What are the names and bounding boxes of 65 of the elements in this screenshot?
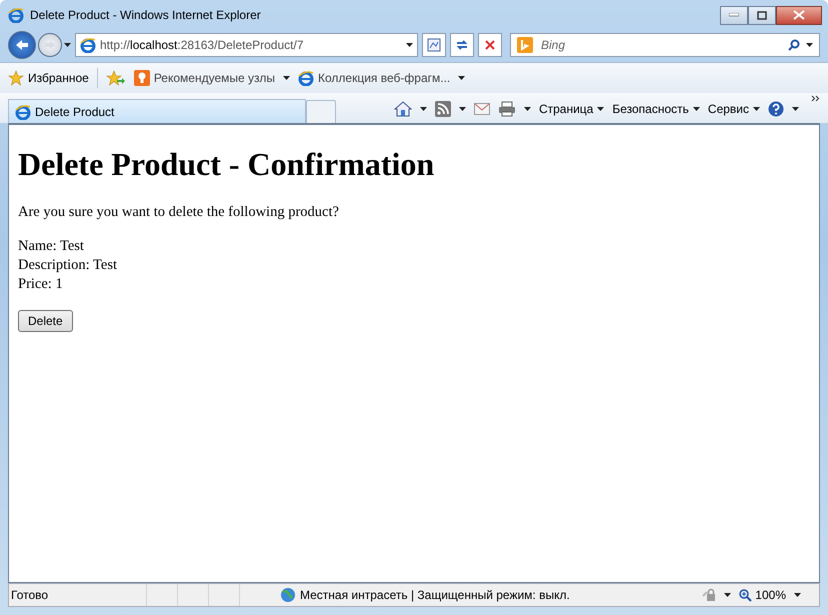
confirmation-question: Are you sure you want to delete the following product? [18, 204, 340, 221]
page-chart-icon [427, 38, 441, 52]
compatibility-button[interactable] [422, 33, 446, 57]
product-detail: Price: 1 [18, 275, 64, 294]
chevron-icon[interactable] [811, 95, 820, 102]
help-icon[interactable] [768, 101, 784, 117]
search-field[interactable]: Bing [539, 37, 782, 53]
address-field[interactable]: http://localhost:28163/DeleteProduct/7 [75, 33, 418, 57]
caret-icon[interactable] [806, 43, 813, 47]
page-icon [298, 70, 314, 86]
refresh-icon [455, 39, 469, 51]
caret-icon[interactable] [792, 107, 799, 111]
search-box[interactable]: Bing [510, 33, 820, 57]
command-menu[interactable]: Сервис [708, 102, 760, 116]
caret-icon[interactable] [458, 76, 466, 80]
zoom-icon [739, 588, 752, 602]
command-menu[interactable]: Безопасность [612, 102, 700, 116]
back-button[interactable] [8, 31, 36, 59]
favorites-button[interactable]: Избранное [8, 70, 89, 86]
search-icon[interactable] [788, 39, 800, 51]
caret-icon[interactable] [524, 107, 531, 111]
product-detail: Description: Test [18, 256, 118, 275]
refresh-button[interactable] [450, 33, 474, 57]
window-title: Delete Product - Windows Internet Explorer [30, 8, 262, 22]
zoom-button[interactable]: 100% [739, 588, 786, 602]
favorites-link[interactable]: Коллекция веб-фрагм... [298, 70, 450, 86]
maximize-button[interactable] [748, 6, 776, 24]
close-icon [793, 10, 805, 20]
ie-logo-icon [8, 7, 24, 23]
page-icon [80, 37, 96, 53]
caret-icon[interactable] [724, 593, 732, 597]
delete-button[interactable]: Delete [18, 310, 73, 332]
caret-icon[interactable] [406, 43, 413, 47]
caret-icon[interactable] [794, 593, 801, 597]
star-icon [8, 70, 24, 86]
caret-icon[interactable] [283, 76, 290, 80]
caret-icon[interactable] [420, 107, 427, 111]
close-button[interactable] [776, 6, 822, 24]
favorites-link[interactable]: Рекомендуемые узлы [134, 70, 276, 86]
home-icon[interactable] [394, 101, 412, 117]
minimize-button[interactable] [720, 6, 748, 24]
maximize-icon [757, 10, 767, 20]
add-favorite-icon[interactable] [106, 70, 126, 86]
mail-icon[interactable] [474, 103, 490, 115]
caret-icon[interactable] [458, 107, 466, 111]
status-text: Готово [10, 588, 50, 602]
caret-icon [753, 107, 760, 111]
page-icon [15, 104, 31, 120]
minimize-icon [729, 13, 739, 17]
stop-button[interactable] [478, 33, 502, 57]
caret-icon[interactable] [64, 43, 71, 47]
security-zone[interactable]: Местная интрасеть | Защищенный режим: выкл. [300, 588, 570, 602]
arrow-right-icon [44, 40, 56, 50]
bing-logo-icon [517, 37, 533, 53]
arrow-left-icon [15, 39, 29, 51]
product-detail: Name: Test [18, 237, 85, 256]
caret-icon [597, 107, 604, 111]
command-menu[interactable]: Страница [538, 102, 604, 116]
globe-icon [280, 587, 296, 603]
printer-icon[interactable] [498, 101, 516, 117]
feed-icon[interactable] [434, 101, 451, 117]
caret-icon [692, 107, 700, 111]
close-icon [485, 40, 495, 50]
browser-tab[interactable]: Delete Product [8, 99, 306, 123]
page-heading: Delete Product - Confirmation [18, 146, 436, 183]
